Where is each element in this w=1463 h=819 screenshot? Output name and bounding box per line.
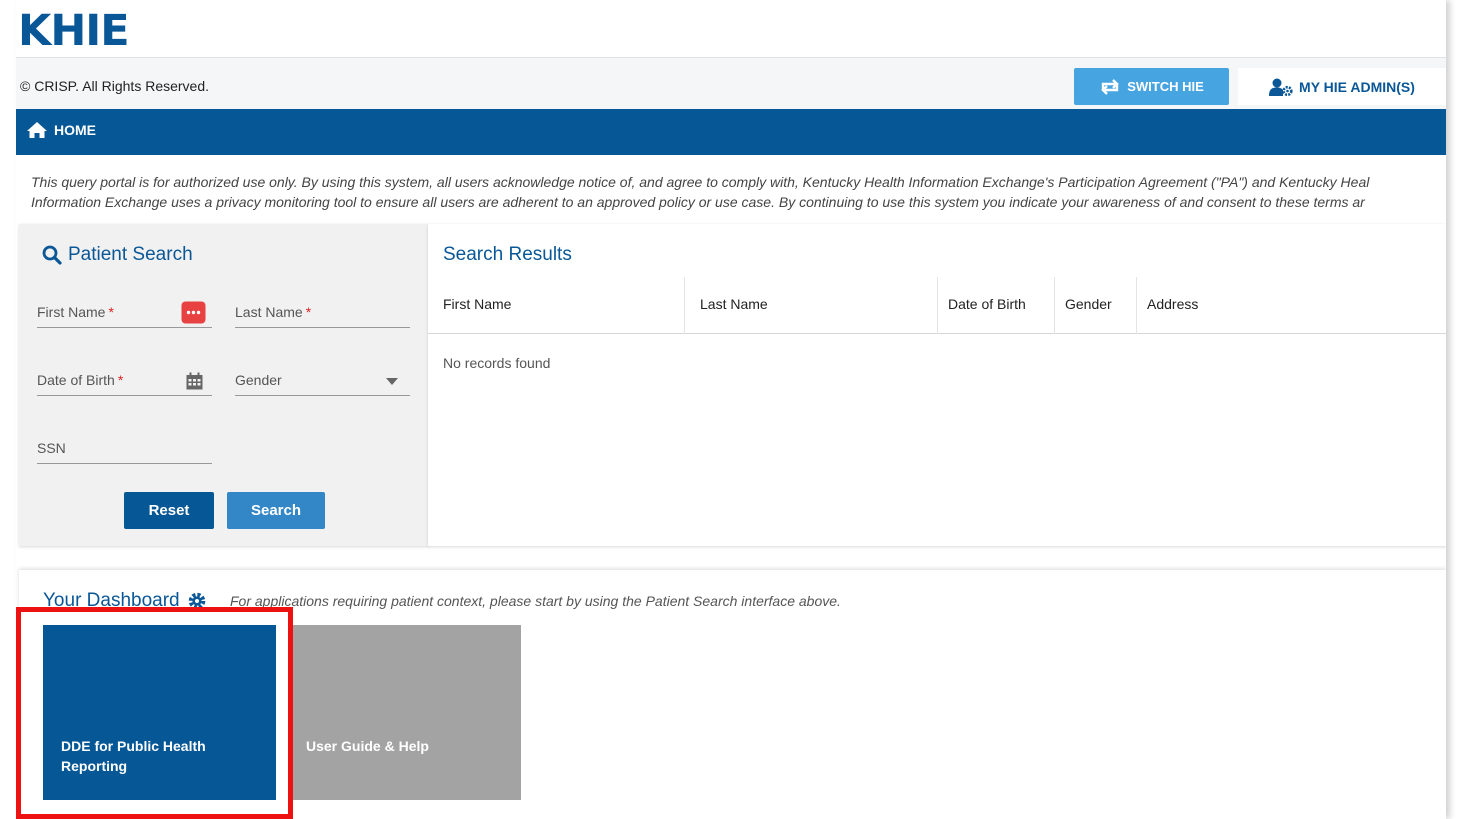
dashboard-panel: Your Dashboard For applications requirin…	[19, 570, 1446, 819]
switch-hie-label: SWITCH HIE	[1127, 79, 1204, 94]
reset-button[interactable]: Reset	[124, 492, 214, 529]
disclaimer-line-1: This query portal is for authorized use …	[31, 174, 1370, 190]
password-dots-icon[interactable]	[181, 301, 206, 324]
no-records-message: No records found	[443, 355, 551, 371]
calendar-icon[interactable]	[186, 372, 203, 390]
date-of-birth-field[interactable]: Date of Birth *	[37, 366, 212, 396]
patient-search-title: Patient Search	[68, 244, 193, 265]
chevron-down-icon	[386, 378, 398, 385]
usage-disclaimer: This query portal is for authorized use …	[31, 172, 1446, 212]
page: KHIE © CRISP. All Rights Reserved. SWITC…	[16, 0, 1446, 819]
search-results-title: Search Results	[443, 244, 572, 265]
ssn-label: SSN	[37, 440, 66, 456]
search-icon	[42, 245, 62, 265]
column-address[interactable]: Address	[1137, 277, 1446, 334]
search-results-panel: Search Results First Name Last Name Date…	[428, 224, 1446, 546]
tile-dde-label: DDE for Public Health Reporting	[61, 738, 206, 774]
dashboard-note: For applications requiring patient conte…	[230, 593, 841, 609]
logo-text: KHIE	[18, 5, 130, 56]
dashboard-heading: Your Dashboard	[43, 590, 206, 612]
patient-search-panel: Patient Search First Name * Last Name * Da…	[19, 224, 429, 546]
home-icon	[26, 121, 48, 139]
switch-hie-button[interactable]: SWITCH HIE	[1074, 68, 1229, 105]
last-name-field[interactable]: Last Name *	[235, 298, 410, 328]
first-name-label: First Name *	[37, 304, 114, 320]
top-bar: © CRISP. All Rights Reserved. SWITCH HIE	[16, 57, 1446, 109]
results-table-header: First Name Last Name Date of Birth Gende…	[428, 277, 1446, 334]
date-of-birth-label: Date of Birth *	[37, 372, 124, 388]
gear-icon[interactable]	[188, 592, 206, 610]
column-gender[interactable]: Gender	[1055, 277, 1137, 334]
disclaimer-line-2: Information Exchange uses a privacy moni…	[31, 194, 1365, 210]
last-name-label: Last Name *	[235, 304, 312, 320]
my-hie-admins-button[interactable]: MY HIE ADMIN(S)	[1238, 68, 1446, 105]
gender-label: Gender	[235, 372, 282, 388]
patient-search-heading: Patient Search	[42, 244, 193, 266]
nav-bar: HOME	[16, 109, 1446, 155]
tile-dde-public-health[interactable]: DDE for Public Health Reporting	[43, 625, 276, 800]
user-gear-icon	[1269, 78, 1293, 96]
first-name-field[interactable]: First Name *	[37, 298, 212, 328]
gender-select[interactable]: Gender	[235, 366, 410, 396]
khie-logo[interactable]: KHIE	[18, 5, 130, 56]
tile-user-guide-label: User Guide & Help	[306, 738, 429, 754]
nav-home-link[interactable]: HOME	[26, 121, 96, 139]
home-label: HOME	[54, 122, 96, 138]
dashboard-title: Your Dashboard	[43, 590, 180, 611]
search-button[interactable]: Search	[227, 492, 325, 529]
switch-arrows-icon	[1099, 78, 1121, 95]
ssn-field[interactable]: SSN	[37, 434, 212, 464]
column-last-name[interactable]: Last Name	[685, 277, 938, 334]
copyright-text: © CRISP. All Rights Reserved.	[20, 78, 210, 94]
column-first-name[interactable]: First Name	[428, 277, 685, 334]
column-date-of-birth[interactable]: Date of Birth	[938, 277, 1055, 334]
my-hie-admins-label: MY HIE ADMIN(S)	[1299, 78, 1415, 95]
tile-user-guide-help[interactable]: User Guide & Help	[288, 625, 521, 800]
